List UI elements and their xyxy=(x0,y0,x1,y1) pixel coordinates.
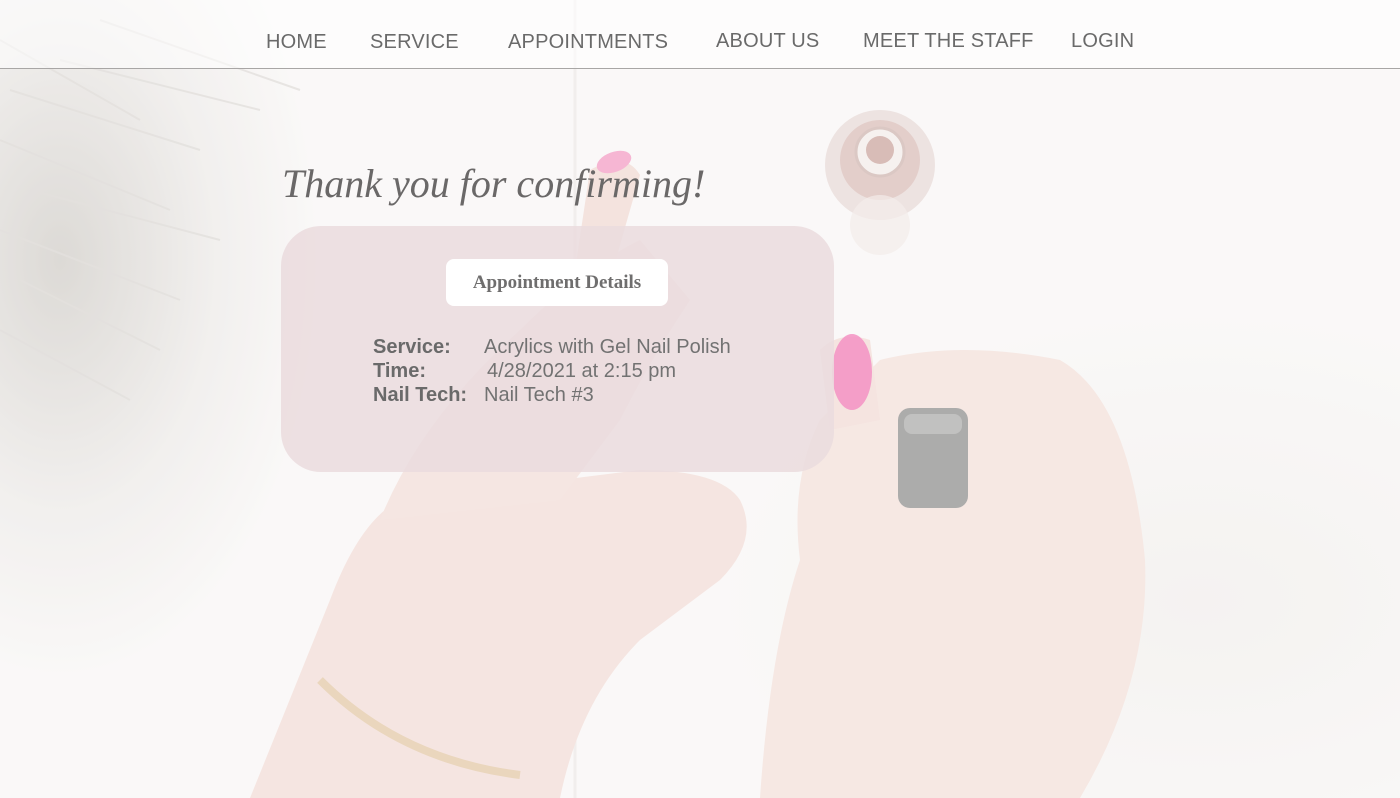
appointment-details-card: Appointment Details Service: Acrylics wi… xyxy=(281,226,834,472)
top-nav: HOME SERVICE APPOINTMENTS ABOUT US MEET … xyxy=(0,0,1400,69)
nail-tech-label: Nail Tech: xyxy=(373,384,468,406)
time-value: 4/28/2021 at 2:15 pm xyxy=(487,360,677,382)
service-value: Acrylics with Gel Nail Polish xyxy=(484,336,731,358)
nav-service-link[interactable]: SERVICE xyxy=(370,31,459,54)
nav-login-link[interactable]: LOGIN xyxy=(1071,30,1134,53)
appointment-details-button[interactable]: Appointment Details xyxy=(446,259,668,306)
nav-meet-the-staff-link[interactable]: MEET THE STAFF xyxy=(863,30,1034,53)
nav-about-us-link[interactable]: ABOUT US xyxy=(716,30,819,53)
time-label: Time: xyxy=(373,360,426,382)
nav-home-link[interactable]: HOME xyxy=(266,31,327,54)
service-label: Service: xyxy=(373,336,451,358)
nav-appointments-link[interactable]: APPOINTMENTS xyxy=(508,31,668,54)
confirmation-title: Thank you for confirming! xyxy=(282,161,706,206)
nail-tech-value: Nail Tech #3 xyxy=(484,384,594,406)
